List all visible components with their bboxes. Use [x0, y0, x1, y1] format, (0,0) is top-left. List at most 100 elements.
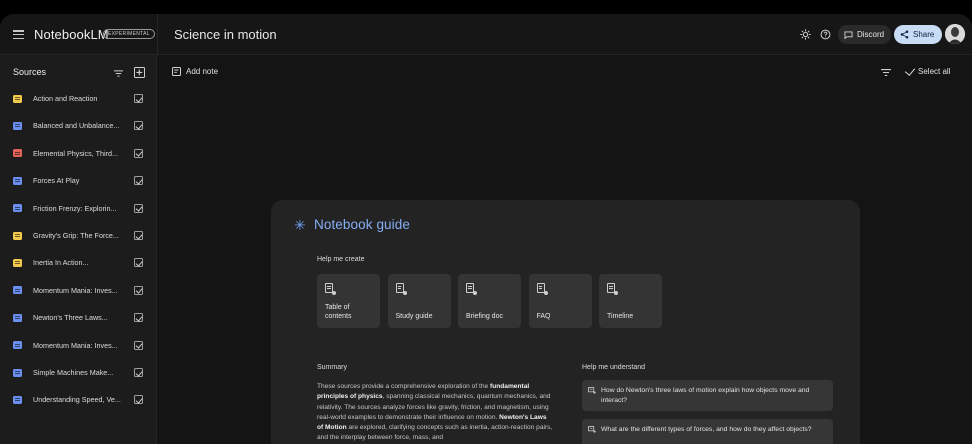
source-label: Understanding Speed, Ve...	[33, 395, 121, 405]
source-label: Momentum Mania: Inves...	[33, 340, 118, 350]
chat-icon	[844, 30, 853, 39]
source-label: Newton's Three Laws...	[33, 313, 108, 323]
source-item[interactable]: Inertia In Action...	[0, 249, 157, 276]
source-doc-icon	[13, 313, 22, 322]
create-button-label: Timeline	[607, 313, 634, 320]
source-checkbox[interactable]	[134, 176, 143, 186]
create-faq-button[interactable]: FAQ	[528, 274, 592, 328]
source-item[interactable]: Gravity's Grip: The Force...	[0, 222, 157, 249]
check-icon	[904, 64, 916, 76]
add-note-icon	[172, 67, 181, 76]
source-label: Elemental Physics, Third...	[33, 148, 118, 158]
create-briefing-doc-button[interactable]: Briefing doc	[458, 274, 521, 328]
question-text: How do Newton's three laws of motion exp…	[601, 387, 810, 404]
avatar[interactable]	[945, 24, 965, 44]
share-icon	[900, 30, 909, 39]
create-button-label: Table of contents	[325, 304, 352, 320]
source-item[interactable]: Momentum Mania: Inves...	[0, 277, 157, 304]
source-item[interactable]: Balanced and Unbalance...	[0, 112, 157, 139]
summary-fragment: are explored, clarifying concepts such a…	[317, 424, 553, 442]
source-checkbox[interactable]	[134, 121, 143, 131]
share-button[interactable]: Share	[894, 25, 943, 44]
header-divider	[157, 14, 158, 55]
source-doc-icon	[13, 368, 22, 377]
question-text: What are the different types of forces, …	[601, 426, 812, 433]
source-item[interactable]: Elemental Physics, Third...	[0, 140, 157, 167]
create-button-label: Study guide	[395, 313, 433, 320]
source-label: Forces At Play	[33, 176, 80, 186]
source-checkbox[interactable]	[134, 340, 143, 350]
top-bar: NotebookLM EXPERIMENTAL Science in motio…	[0, 14, 972, 55]
create-timeline-button[interactable]: Timeline	[599, 274, 662, 328]
app-window: NotebookLM EXPERIMENTAL Science in motio…	[0, 14, 972, 444]
discord-label: Discord	[857, 30, 885, 39]
sources-panel: Sources Action and Reaction Balanced and …	[0, 55, 157, 444]
source-label: Momentum Mania: Inves...	[33, 285, 118, 295]
summary-label: Summary	[317, 364, 347, 371]
menu-icon[interactable]	[13, 30, 24, 40]
help-create-label: Help me create	[317, 256, 365, 263]
sources-title: Sources	[13, 67, 47, 77]
source-checkbox[interactable]	[134, 94, 143, 103]
note-add-icon	[466, 283, 477, 295]
source-item[interactable]: Understanding Speed, Ve...	[0, 386, 157, 413]
help-icon[interactable]	[820, 29, 831, 40]
source-checkbox[interactable]	[134, 313, 143, 323]
source-label: Inertia In Action...	[33, 258, 89, 268]
note-add-icon	[325, 283, 336, 295]
create-study-guide-button[interactable]: Study guide	[387, 274, 451, 328]
notebook-guide-panel: ✳ Notebook guide Help me create Table of…	[271, 200, 860, 444]
sort-icon[interactable]	[881, 69, 891, 76]
source-doc-icon	[13, 286, 22, 295]
source-checkbox[interactable]	[134, 368, 143, 377]
user-avatar-icon	[945, 24, 965, 44]
source-doc-icon	[13, 121, 22, 130]
add-note-button[interactable]: Add note	[172, 67, 218, 76]
source-doc-icon	[13, 204, 22, 213]
note-add-icon	[536, 283, 548, 295]
source-checkbox[interactable]	[134, 231, 143, 240]
source-label: Action and Reaction	[33, 94, 98, 103]
source-checkbox[interactable]	[134, 285, 143, 295]
source-item[interactable]: Simple Machines Make...	[0, 359, 157, 386]
source-checkbox[interactable]	[134, 203, 143, 213]
experimental-badge: EXPERIMENTAL	[103, 29, 155, 39]
question-icon	[588, 426, 596, 433]
source-doc-icon	[13, 258, 22, 267]
help-understand-label: Help me understand	[582, 364, 646, 371]
filter-icon[interactable]	[114, 70, 123, 77]
discord-button[interactable]: Discord	[838, 25, 892, 44]
source-doc-icon	[13, 395, 22, 404]
source-label: Balanced and Unbalance...	[33, 121, 120, 131]
add-note-label: Add note	[186, 67, 219, 76]
create-button-label: Briefing doc	[466, 313, 503, 320]
source-item[interactable]: Newton's Three Laws...	[0, 304, 157, 331]
source-checkbox[interactable]	[134, 148, 143, 158]
select-all-button[interactable]: Select all	[904, 64, 950, 76]
source-doc-icon	[13, 176, 22, 185]
source-item[interactable]: Friction Frenzy: Explorin...	[0, 195, 157, 222]
sun-icon[interactable]	[800, 29, 811, 40]
source-doc-icon	[13, 94, 22, 103]
source-doc-icon	[13, 149, 22, 158]
notebook-title[interactable]: Science in motion	[174, 27, 277, 42]
share-label: Share	[913, 30, 935, 39]
source-item[interactable]: Forces At Play	[0, 167, 157, 194]
source-label: Simple Machines Make...	[33, 368, 114, 377]
source-doc-icon	[13, 341, 22, 350]
source-item[interactable]: Action and Reaction	[0, 85, 157, 112]
source-doc-icon	[13, 231, 22, 240]
brand-name[interactable]: NotebookLM	[34, 27, 109, 42]
suggested-question[interactable]: What are the different types of forces, …	[582, 419, 833, 444]
source-checkbox[interactable]	[134, 258, 143, 268]
suggested-question[interactable]: How do Newton's three laws of motion exp…	[582, 380, 833, 411]
source-item[interactable]: Momentum Mania: Inves...	[0, 332, 157, 359]
sparkle-icon: ✳	[294, 217, 306, 233]
note-add-icon	[395, 283, 407, 295]
add-source-icon[interactable]	[134, 67, 145, 78]
source-label: Gravity's Grip: The Force...	[33, 231, 119, 240]
source-checkbox[interactable]	[134, 395, 143, 405]
source-label: Friction Frenzy: Explorin...	[33, 203, 117, 213]
note-add-icon	[607, 283, 618, 295]
create-table-of-contents-button[interactable]: Table of contents	[317, 274, 380, 328]
